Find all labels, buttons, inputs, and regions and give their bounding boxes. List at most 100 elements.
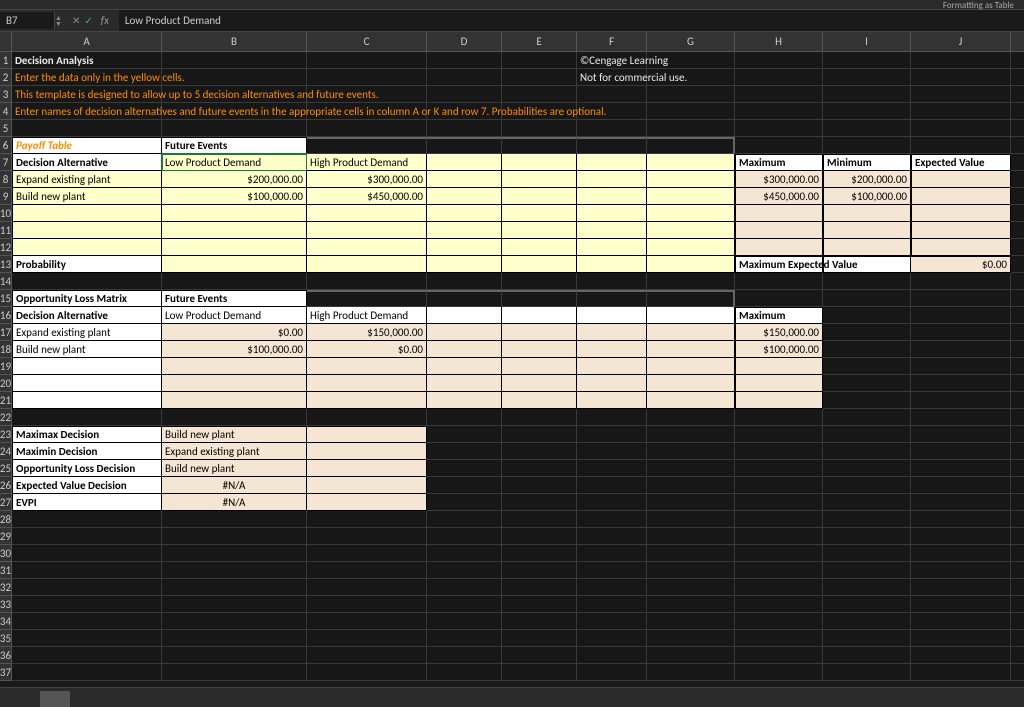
cell-B7[interactable]: Low Product Demand	[162, 154, 307, 171]
row-header-6[interactable]: 6	[0, 137, 12, 154]
col-header-C[interactable]: C	[307, 32, 427, 52]
row-header-26[interactable]: 26	[0, 477, 12, 494]
cell-J12[interactable]	[911, 239, 1011, 256]
cell-I3[interactable]	[823, 86, 911, 103]
cell-E13[interactable]	[502, 256, 577, 273]
cell-E26[interactable]	[502, 477, 577, 494]
cell-K22[interactable]	[1011, 409, 1024, 426]
cell-F26[interactable]	[577, 477, 647, 494]
row-header-37[interactable]: 37	[0, 664, 12, 681]
cell-A21[interactable]	[12, 392, 162, 409]
cell-C10[interactable]	[307, 205, 427, 222]
cell-K4[interactable]	[1011, 103, 1024, 120]
cell-J33[interactable]	[911, 596, 1011, 613]
cell-A18[interactable]: Build new plant	[12, 341, 162, 358]
cell-I37[interactable]	[823, 664, 911, 681]
cell-F10[interactable]	[577, 205, 647, 222]
cell-A32[interactable]	[12, 579, 162, 596]
cell-F2[interactable]: Not for commercial use.	[577, 69, 647, 86]
cell-J7[interactable]: Expected Value	[911, 154, 1011, 171]
cell-E36[interactable]	[502, 647, 577, 664]
cell-H9[interactable]: $450,000.00	[735, 188, 823, 205]
cell-C17[interactable]: $150,000.00	[307, 324, 427, 341]
cell-C11[interactable]	[307, 222, 427, 239]
cell-E15[interactable]	[502, 290, 577, 307]
cell-K19[interactable]	[1011, 358, 1024, 375]
cell-B30[interactable]	[162, 545, 307, 562]
cell-H8[interactable]: $300,000.00	[735, 171, 823, 188]
cell-G33[interactable]	[647, 596, 735, 613]
row-header-29[interactable]: 29	[0, 528, 12, 545]
cell-J16[interactable]	[911, 307, 1011, 324]
cell-J20[interactable]	[911, 375, 1011, 392]
cell-H21[interactable]	[735, 392, 823, 409]
cell-C24[interactable]	[307, 443, 427, 460]
cell-I25[interactable]	[823, 460, 911, 477]
cell-A27[interactable]: EVPI	[12, 494, 162, 511]
cell-D18[interactable]	[427, 341, 502, 358]
cell-E18[interactable]	[502, 341, 577, 358]
cell-A35[interactable]	[12, 630, 162, 647]
cell-K21[interactable]	[1011, 392, 1024, 409]
cell-H34[interactable]	[735, 613, 823, 630]
cell-B33[interactable]	[162, 596, 307, 613]
cell-J26[interactable]	[911, 477, 1011, 494]
cell-G26[interactable]	[647, 477, 735, 494]
cell-F19[interactable]	[577, 358, 647, 375]
cell-E8[interactable]	[502, 171, 577, 188]
cell-J28[interactable]	[911, 511, 1011, 528]
row-header-8[interactable]: 8	[0, 171, 12, 188]
cell-H1[interactable]	[735, 52, 823, 69]
cell-E37[interactable]	[502, 664, 577, 681]
cell-J6[interactable]	[911, 137, 1011, 154]
cell-I16[interactable]	[823, 307, 911, 324]
cell-F34[interactable]	[577, 613, 647, 630]
cell-E34[interactable]	[502, 613, 577, 630]
row-header-4[interactable]: 4	[0, 103, 12, 120]
cell-J30[interactable]	[911, 545, 1011, 562]
cell-J34[interactable]	[911, 613, 1011, 630]
cell-K34[interactable]	[1011, 613, 1024, 630]
cell-K36[interactable]	[1011, 647, 1024, 664]
cell-A30[interactable]	[12, 545, 162, 562]
cell-I1[interactable]	[823, 52, 911, 69]
cell-D5[interactable]	[427, 120, 502, 137]
cell-J29[interactable]	[911, 528, 1011, 545]
cell-H15[interactable]	[735, 290, 823, 307]
cell-I20[interactable]	[823, 375, 911, 392]
cell-F33[interactable]	[577, 596, 647, 613]
cell-E2[interactable]	[502, 69, 577, 86]
cell-G11[interactable]	[647, 222, 735, 239]
cell-I28[interactable]	[823, 511, 911, 528]
cell-B13[interactable]	[162, 256, 307, 273]
cell-H28[interactable]	[735, 511, 823, 528]
cell-E28[interactable]	[502, 511, 577, 528]
cell-F30[interactable]	[577, 545, 647, 562]
cell-J4[interactable]	[911, 103, 1011, 120]
cell-G20[interactable]	[647, 375, 735, 392]
cell-D10[interactable]	[427, 205, 502, 222]
cell-C19[interactable]	[307, 358, 427, 375]
cell-H13[interactable]: Maximum Expected Value	[735, 256, 823, 273]
cell-J11[interactable]	[911, 222, 1011, 239]
cell-K13[interactable]	[1011, 256, 1024, 273]
cell-J23[interactable]	[911, 426, 1011, 443]
col-header-F[interactable]: F	[577, 32, 647, 52]
row-header-33[interactable]: 33	[0, 596, 12, 613]
cell-J5[interactable]	[911, 120, 1011, 137]
row-header-31[interactable]: 31	[0, 562, 12, 579]
cell-B34[interactable]	[162, 613, 307, 630]
cell-K23[interactable]	[1011, 426, 1024, 443]
cell-B29[interactable]	[162, 528, 307, 545]
cell-G31[interactable]	[647, 562, 735, 579]
row-header-30[interactable]: 30	[0, 545, 12, 562]
cell-F15[interactable]	[577, 290, 647, 307]
cell-G36[interactable]	[647, 647, 735, 664]
cell-F14[interactable]	[577, 273, 647, 290]
cell-K16[interactable]	[1011, 307, 1024, 324]
cell-J13[interactable]: $0.00	[911, 256, 1011, 273]
cell-A2[interactable]: Enter the data only in the yellow cells.	[12, 69, 162, 86]
cell-I6[interactable]	[823, 137, 911, 154]
cell-K25[interactable]	[1011, 460, 1024, 477]
cell-K6[interactable]	[1011, 137, 1024, 154]
